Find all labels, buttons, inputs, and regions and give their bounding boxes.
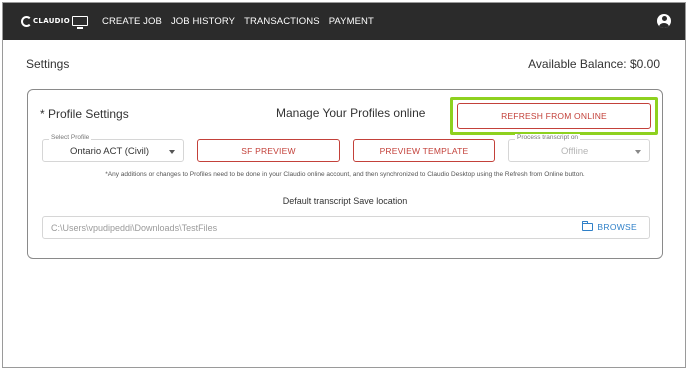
- profiles-sync-note: *Any additions or changes to Profiles ne…: [105, 171, 585, 178]
- process-transcript-value: Offline: [561, 146, 589, 157]
- process-transcript-label: Process transcript on: [515, 134, 581, 141]
- chevron-down-icon: [169, 150, 175, 154]
- chevron-down-icon: [635, 150, 641, 154]
- account-circle-icon[interactable]: [657, 14, 671, 28]
- save-location-field[interactable]: C:\Users\vpudipeddi\Downloads\TestFiles …: [42, 216, 650, 239]
- top-nav-bar: CLAUDIO CREATE JOB JOB HISTORY TRANSACTI…: [3, 3, 685, 40]
- logo-c-icon: [21, 15, 32, 27]
- select-profile-dropdown[interactable]: Select Profile Ontario ACT (Civil): [42, 134, 184, 162]
- manage-profiles-heading: Manage Your Profiles online: [276, 106, 426, 120]
- select-profile-label: Select Profile: [49, 134, 92, 141]
- save-location-path: C:\Users\vpudipeddi\Downloads\TestFiles: [51, 223, 218, 233]
- refresh-from-online-button[interactable]: REFRESH FROM ONLINE: [457, 103, 651, 129]
- profile-settings-title: * Profile Settings: [40, 107, 129, 121]
- sf-preview-button[interactable]: SF PREVIEW: [197, 139, 340, 162]
- app-window: CLAUDIO CREATE JOB JOB HISTORY TRANSACTI…: [2, 2, 686, 368]
- logo-monitor-icon: [71, 16, 88, 29]
- browse-button[interactable]: BROWSE: [582, 221, 637, 232]
- nav-job-history[interactable]: JOB HISTORY: [171, 16, 235, 27]
- browse-label: BROWSE: [597, 222, 637, 232]
- preview-template-button[interactable]: PREVIEW TEMPLATE: [353, 139, 495, 162]
- nav-payment[interactable]: PAYMENT: [329, 16, 374, 27]
- folder-icon: [582, 221, 594, 231]
- nav-create-job[interactable]: CREATE JOB: [102, 16, 162, 27]
- process-transcript-dropdown[interactable]: Process transcript on Offline: [508, 134, 650, 162]
- nav-transactions[interactable]: TRANSACTIONS: [244, 16, 320, 27]
- profile-settings-card: * Profile Settings Manage Your Profiles …: [27, 89, 663, 259]
- main-nav: CREATE JOB JOB HISTORY TRANSACTIONS PAYM…: [102, 3, 383, 40]
- page-title: Settings: [26, 57, 70, 71]
- select-profile-value: Ontario ACT (Civil): [70, 146, 150, 157]
- claudio-logo[interactable]: CLAUDIO: [21, 13, 88, 29]
- available-balance: Available Balance: $0.00: [528, 57, 660, 71]
- logo-text: CLAUDIO: [33, 17, 70, 25]
- save-location-title: Default transcript Save location: [282, 196, 408, 206]
